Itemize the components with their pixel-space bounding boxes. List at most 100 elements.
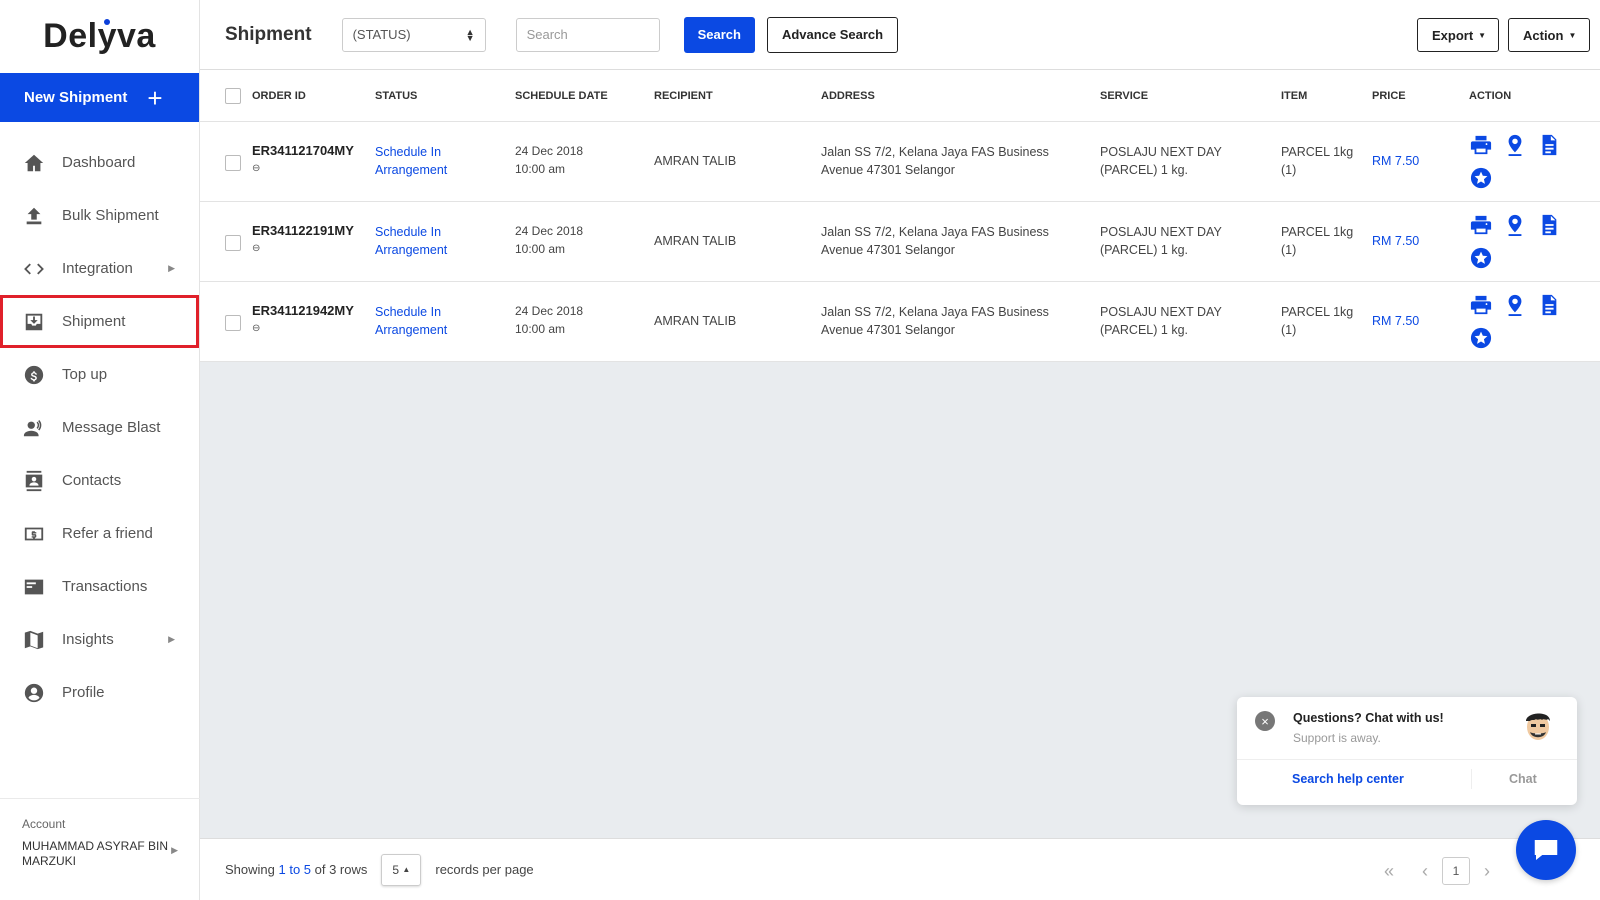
row-checkbox[interactable] [225,315,241,331]
row-actions [1470,294,1572,352]
per-page-select[interactable]: 5 ▲ [381,853,422,886]
document-icon[interactable] [1538,134,1572,159]
contact-card-icon [22,469,46,493]
schedule-date: 24 Dec 2018 10:00 am [515,304,584,336]
search-button[interactable]: Search [683,16,755,53]
star-badge-icon[interactable] [1470,167,1504,192]
table-row[interactable]: ER341121942MY ⊖ Schedule In Arrangement 2… [200,282,1600,362]
search-help-center-link[interactable]: Search help center [1292,772,1404,786]
order-id[interactable]: ER341121704MY [252,142,354,160]
star-badge-icon[interactable] [1470,247,1504,272]
star-badge-icon[interactable] [1470,327,1504,352]
service: POSLAJU NEXT DAY (PARCEL) 1 kg. [1100,305,1222,337]
page-number[interactable]: 1 [1442,857,1471,885]
code-icon [22,257,46,281]
table-row[interactable]: ER341121704MY ⊖ Schedule In Arrangement 2… [200,122,1600,202]
status-link[interactable]: Schedule In Arrangement [375,143,447,179]
sidebar-item-refer-a-friend[interactable]: Refer a friend [0,507,199,560]
account-name: MUHAMMAD ASYRAF BIN MARZUKI [22,839,169,868]
chat-launcher-button[interactable] [1516,820,1576,880]
status-link[interactable]: Schedule In Arrangement [375,303,447,339]
link-icon[interactable]: ⊖ [252,240,354,258]
records-per-page-label: records per page [435,862,534,877]
sort-updown-icon: ▲ ▼ [465,26,475,43]
sidebar-item-insights[interactable]: Insights ▶ [0,613,199,666]
row-checkbox[interactable] [225,155,241,171]
close-icon[interactable]: × [1255,711,1275,731]
advance-search-button[interactable]: Advance Search [766,16,899,53]
next-page-icon[interactable]: › [1484,861,1490,882]
print-icon[interactable] [1470,134,1504,159]
table-header: ORDER ID STATUS SCHEDULE DATE RECIPIENT … [200,70,1600,122]
first-page-icon[interactable]: « [1384,861,1394,882]
sidebar-item-shipment[interactable]: Shipment [0,295,199,348]
sidebar-item-transactions[interactable]: Transactions [0,560,199,613]
recipient: AMRAN TALIB [654,154,737,168]
chat-title: Questions? Chat with us! [1293,711,1444,725]
credit-card-icon [22,575,46,599]
map-icon [22,628,46,652]
search-input[interactable] [515,17,660,52]
status-link[interactable]: Schedule In Arrangement [375,223,447,259]
item: PARCEL 1kg (1) [1281,305,1354,337]
column-header[interactable]: RECIPIENT [654,90,713,102]
export-button[interactable]: Export ▼ [1417,18,1499,52]
price: RM 7.50 [1372,234,1420,248]
account-menu[interactable]: Account MUHAMMAD ASYRAF BIN MARZUKI ▶ [0,798,200,900]
row-actions [1470,214,1572,272]
print-icon[interactable] [1470,214,1504,239]
new-shipment-label: New Shipment [24,89,128,106]
sidebar-item-integration[interactable]: Integration ▶ [0,242,199,295]
sidebar-item-label: Transactions [62,578,148,595]
showing-text: Showing 1 to 5 of 3 rows [225,862,368,877]
location-pin-icon[interactable] [1504,294,1538,319]
price: RM 7.50 [1372,154,1420,168]
column-header: ACTION [1469,89,1512,102]
sidebar-item-message-blast[interactable]: Message Blast [0,401,199,454]
column-header[interactable]: ITEM [1281,90,1307,102]
column-header[interactable]: SERVICE [1100,90,1148,102]
column-header[interactable]: ADDRESS [821,90,875,102]
column-header[interactable]: STATUS [375,90,417,102]
print-icon[interactable] [1470,294,1504,319]
order-id[interactable]: ER341121942MY [252,302,354,320]
row-checkbox[interactable] [225,235,241,251]
sidebar-item-profile[interactable]: Profile [0,666,199,719]
chat-button[interactable]: Chat [1509,772,1537,786]
schedule-date: 24 Dec 2018 10:00 am [515,144,584,176]
table-row[interactable]: ER341122191MY ⊖ Schedule In Arrangement 2… [200,202,1600,282]
status-select[interactable]: (STATUS) ▲ ▼ [341,17,486,52]
new-shipment-button[interactable]: New Shipment + [0,73,199,122]
document-icon[interactable] [1538,214,1572,239]
link-icon[interactable]: ⊖ [252,160,354,178]
sidebar-item-label: Refer a friend [62,525,153,542]
sidebar-item-dashboard[interactable]: Dashboard [0,136,199,189]
location-pin-icon[interactable] [1504,134,1538,159]
sidebar-item-top-up[interactable]: Top up [0,348,199,401]
account-label: Account [22,817,66,831]
select-all-checkbox[interactable] [225,88,241,104]
order-id[interactable]: ER341122191MY [252,222,354,240]
row-actions [1470,134,1572,192]
link-icon[interactable]: ⊖ [252,320,354,338]
location-pin-icon[interactable] [1504,214,1538,239]
chat-bubble-icon [1534,840,1558,860]
column-header[interactable]: SCHEDULE DATE [515,90,608,102]
schedule-date: 24 Dec 2018 10:00 am [515,224,584,256]
brand-logo[interactable]: Del y va [0,0,199,73]
column-header[interactable]: PRICE [1372,90,1406,102]
column-header[interactable]: ORDER ID [252,90,306,102]
prev-page-icon[interactable]: ‹ [1422,861,1428,882]
action-button[interactable]: Action ▼ [1508,18,1590,52]
sidebar-item-label: Profile [62,684,105,701]
document-icon[interactable] [1538,294,1572,319]
avatar [1521,707,1555,743]
sidebar-item-label: Contacts [62,472,122,489]
sidebar-item-contacts[interactable]: Contacts [0,454,199,507]
item: PARCEL 1kg (1) [1281,145,1354,177]
logo-text-end: va [117,17,156,55]
caret-up-icon: ▲ [402,865,411,874]
sidebar-item-bulk-shipment[interactable]: Bulk Shipment [0,189,199,242]
sidebar-item-label: Integration [62,260,133,277]
address: Jalan SS 7/2, Kelana Jaya FAS Business Av… [821,225,1049,257]
